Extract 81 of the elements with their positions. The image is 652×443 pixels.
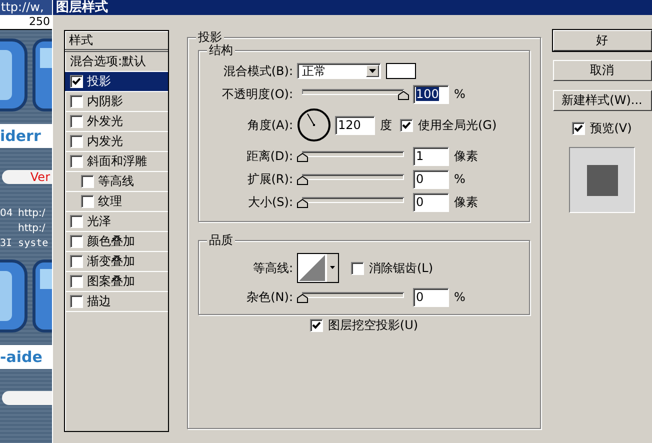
checkbox[interactable] <box>70 75 83 88</box>
field-label: 混合模式(B): <box>222 62 294 80</box>
link-text: http:/ <box>18 222 46 236</box>
pill-field: Ver <box>2 170 52 184</box>
group-title: 品质 <box>207 233 235 247</box>
value-field[interactable]: 0 <box>413 170 449 188</box>
preview-square <box>586 164 618 196</box>
list-header: 样式 <box>65 31 168 52</box>
field-label: 大小(S): <box>246 194 294 210</box>
unit-label: 度 <box>380 116 392 134</box>
angle-dial[interactable] <box>297 108 331 142</box>
field-label: 等高线: <box>252 260 294 276</box>
slider-thumb[interactable] <box>398 90 409 100</box>
style-list-item[interactable]: 内发光 <box>65 132 168 152</box>
style-list-item[interactable]: 外发光 <box>65 112 168 132</box>
value-field[interactable]: 120 <box>335 116 375 134</box>
checkbox[interactable] <box>70 255 83 268</box>
unit-label: % <box>454 87 466 101</box>
checkbox[interactable] <box>70 235 83 248</box>
field-label: 不透明度(O): <box>221 86 294 102</box>
slider-thumb[interactable] <box>297 152 308 162</box>
checkbox[interactable] <box>572 122 586 135</box>
caret-icon <box>369 69 376 73</box>
checkbox[interactable] <box>400 118 413 132</box>
checkbox[interactable] <box>70 95 83 108</box>
unit-label: % <box>454 290 466 304</box>
checkbox[interactable] <box>70 155 83 168</box>
checkbox-label: 预览(V) <box>590 120 632 137</box>
style-list-item[interactable]: 光泽 <box>65 212 168 232</box>
checkbox[interactable] <box>70 215 83 228</box>
slider-thumb[interactable] <box>297 198 308 208</box>
slider-thumb[interactable] <box>297 176 308 184</box>
checkbox-label: 使用全局光(G) <box>418 116 497 134</box>
style-list-item[interactable]: 投影 <box>65 72 168 92</box>
pill-field <box>2 391 52 405</box>
field-label: 角度(A): <box>246 116 294 134</box>
checkbox[interactable] <box>70 275 83 288</box>
dialog-button[interactable]: 新建样式(W)... <box>552 90 652 111</box>
group-title: 投影 <box>196 30 224 44</box>
checkbox[interactable] <box>310 318 323 332</box>
style-list-item[interactable]: 描边 <box>65 292 168 312</box>
checkbox[interactable] <box>70 115 83 128</box>
checkbox-label: 图层挖空投影(U) <box>328 316 418 334</box>
unit-label: % <box>454 172 466 186</box>
style-list-item[interactable]: 颜色叠加 <box>65 232 168 252</box>
checkbox[interactable] <box>351 262 364 274</box>
number-text: 04 <box>0 208 14 219</box>
code-text: 3I syste <box>0 237 50 251</box>
checkbox[interactable] <box>70 295 83 308</box>
style-list-item[interactable]: 斜面和浮雕 <box>65 152 168 172</box>
dialog-title: 图层样式 <box>53 0 652 15</box>
unit-label: 像素 <box>454 148 478 164</box>
style-list-item[interactable]: 内阴影 <box>65 92 168 112</box>
value-field[interactable]: 0 <box>413 192 449 212</box>
banner-text: -aide <box>0 345 52 369</box>
contour-picker[interactable] <box>297 253 339 283</box>
style-list-item[interactable]: 等高线 <box>65 172 168 192</box>
blend-mode-dropdown[interactable]: 正常 <box>297 63 381 79</box>
group-title: 结构 <box>207 43 235 57</box>
value-field[interactable]: 0 <box>413 288 449 306</box>
link-text: http:/ <box>18 207 46 221</box>
field-label: 距离(D): <box>245 148 294 164</box>
unit-label: 像素 <box>454 194 478 210</box>
style-list-item[interactable]: 渐变叠加 <box>65 252 168 272</box>
checkbox[interactable] <box>81 195 94 208</box>
ruler: 250 <box>0 15 52 30</box>
field-label: 杂色(N): <box>246 288 294 306</box>
dialog-button[interactable]: 取消 <box>552 60 652 81</box>
value-field[interactable]: 100 <box>413 84 449 104</box>
color-swatch[interactable] <box>386 63 416 79</box>
dialog-button[interactable]: 好 <box>552 30 652 51</box>
field-label: 扩展(R): <box>246 170 294 188</box>
slider-thumb[interactable] <box>297 294 308 302</box>
banner-text: iderr <box>0 124 52 148</box>
checkbox[interactable] <box>81 175 94 188</box>
value-field[interactable]: 1 <box>413 146 449 166</box>
style-list-item[interactable]: 图案叠加 <box>65 272 168 292</box>
checkbox[interactable] <box>70 135 83 148</box>
style-list-item[interactable]: 纹理 <box>65 192 168 212</box>
window-title: ttp://w, <box>0 0 52 15</box>
checkbox-label: 消除锯齿(L) <box>369 260 434 276</box>
